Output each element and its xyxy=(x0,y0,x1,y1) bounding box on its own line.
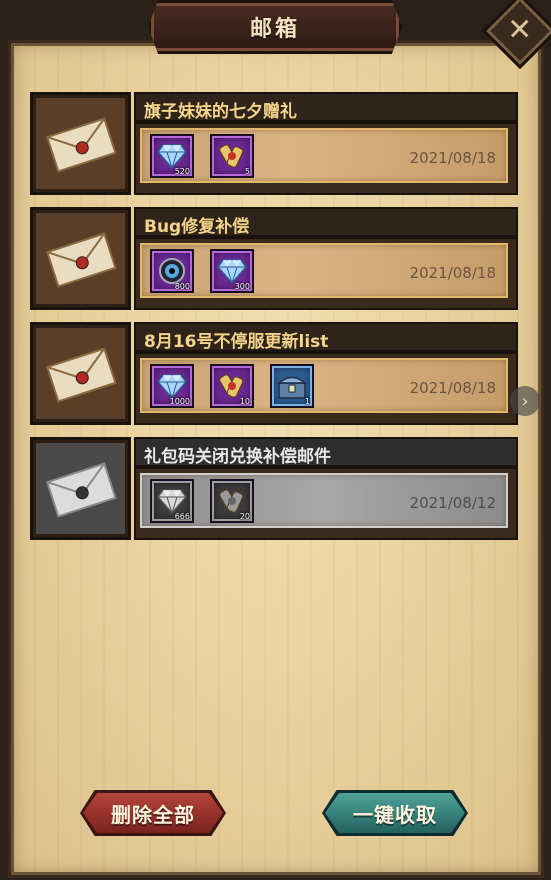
mail-date: 2021/08/18 xyxy=(409,149,496,167)
mail-item[interactable]: 礼包码关闭兑换补偿邮件 666 20 2021/08/12 xyxy=(30,437,520,540)
diamond-icon xyxy=(157,373,187,399)
collect-all-button[interactable]: 一键收取 xyxy=(322,790,468,836)
scroll-bundle-icon xyxy=(217,141,247,171)
reward-count: 300 xyxy=(234,282,250,291)
mail-header: 旗子妹妹的七夕赠礼 xyxy=(134,92,518,122)
envelope-icon xyxy=(45,231,117,288)
reward-item[interactable]: 666 xyxy=(150,479,194,523)
reward-items: 800 300 xyxy=(150,249,254,293)
reward-count: 10 xyxy=(239,397,250,406)
reward-count: 520 xyxy=(174,167,190,176)
mail-title: 礼包码关闭兑换补偿邮件 xyxy=(144,447,331,467)
mail-body: 1000 10 1 2021/08/18 xyxy=(134,352,518,425)
envelope-icon-box xyxy=(30,207,131,310)
mail-date: 2021/08/18 xyxy=(409,379,496,397)
diamond-icon xyxy=(157,488,187,514)
reward-items: 520 5 xyxy=(150,134,254,178)
mail-rewards-area: 666 20 2021/08/12 xyxy=(140,473,508,528)
delete-all-label: 删除全部 xyxy=(111,802,195,827)
mail-item[interactable]: 旗子妹妹的七夕赠礼 520 5 2021/08/18 xyxy=(30,92,520,195)
reward-count: 5 xyxy=(244,167,250,176)
title-plate: 邮箱 xyxy=(148,0,402,54)
mail-rewards-area: 800 300 2021/08/18 xyxy=(140,243,508,298)
page-title: 邮箱 xyxy=(249,17,300,42)
delete-all-button[interactable]: 删除全部 xyxy=(80,790,226,836)
mail-date: 2021/08/18 xyxy=(409,264,496,282)
mail-title: 8月16号不停服更新list xyxy=(144,332,329,352)
reward-count: 1000 xyxy=(169,397,190,406)
reward-item[interactable]: 5 xyxy=(210,134,254,178)
envelope-icon xyxy=(45,346,117,403)
reward-count: 20 xyxy=(239,512,250,521)
mail-header: Bug修复补偿 xyxy=(134,207,518,237)
reward-item[interactable]: 1000 xyxy=(150,364,194,408)
mail-date: 2021/08/12 xyxy=(409,494,496,512)
treasure-chest-icon xyxy=(276,372,308,400)
open-envelope-icon xyxy=(45,461,117,518)
chevron-right-icon[interactable]: › xyxy=(510,386,540,416)
envelope-icon xyxy=(45,116,117,173)
mail-header: 礼包码关闭兑换补偿邮件 xyxy=(134,437,518,467)
mail-body: 520 5 2021/08/18 xyxy=(134,122,518,195)
reward-count: 666 xyxy=(174,512,190,521)
reward-item[interactable]: 20 xyxy=(210,479,254,523)
diamond-icon xyxy=(157,143,187,169)
reward-item[interactable]: 10 xyxy=(210,364,254,408)
mail-title: Bug修复补偿 xyxy=(144,217,250,237)
reward-count: 800 xyxy=(174,282,190,291)
envelope-icon-box xyxy=(30,92,131,195)
close-x-icon: ✕ xyxy=(507,12,533,48)
mail-rewards-area: 520 5 2021/08/18 xyxy=(140,128,508,183)
mail-rewards-area: 1000 10 1 2021/08/18 xyxy=(140,358,508,413)
mail-header: 8月16号不停服更新list xyxy=(134,322,518,352)
reward-item[interactable]: 1 xyxy=(270,364,314,408)
envelope-icon-box xyxy=(30,322,131,425)
reward-items: 666 20 xyxy=(150,479,254,523)
mail-item[interactable]: Bug修复补偿 800 300 2021/08/18 xyxy=(30,207,520,310)
reward-item[interactable]: 300 xyxy=(210,249,254,293)
mail-item[interactable]: 8月16号不停服更新list 1000 10 1 2021/08/18 xyxy=(30,322,520,425)
reward-items: 1000 10 1 xyxy=(150,364,314,408)
collect-all-label: 一键收取 xyxy=(353,802,437,827)
reward-item[interactable]: 800 xyxy=(150,249,194,293)
diamond-icon xyxy=(217,258,247,284)
envelope-icon-box xyxy=(30,437,131,540)
reward-count: 1 xyxy=(304,397,310,406)
mail-title: 旗子妹妹的七夕赠礼 xyxy=(144,102,297,122)
mail-body: 666 20 2021/08/12 xyxy=(134,467,518,540)
mail-body: 800 300 2021/08/18 xyxy=(134,237,518,310)
reward-item[interactable]: 520 xyxy=(150,134,194,178)
